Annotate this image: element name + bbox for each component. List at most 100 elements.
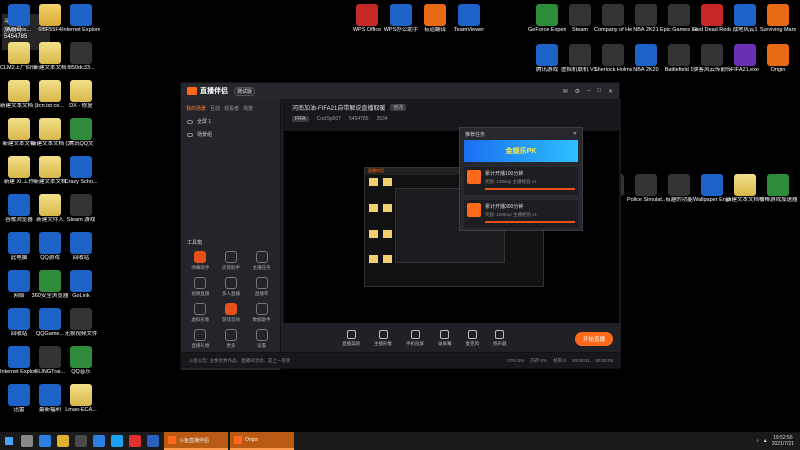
clock[interactable]: 19:52:56 2021/7/21	[772, 435, 794, 447]
control-button[interactable]: 录屏幕	[438, 330, 452, 347]
tool-icon	[194, 329, 207, 341]
mail-icon[interactable]: ✉	[563, 88, 568, 95]
taskbar-task-origin[interactable]: Origin	[230, 432, 294, 450]
source-item[interactable]: 场景组	[181, 128, 280, 141]
desktop-icon-label: WPS办公助手	[383, 27, 419, 33]
control-button[interactable]: 直播美颜	[342, 330, 360, 347]
scene-panel: 我的场景 互动 观看者 场景 全屏 1 场景组 工具箱 弹幕助手 房管助手 主播任务…	[181, 99, 281, 370]
desktop-icon[interactable]: f850dc33...	[62, 42, 100, 72]
desktop-icon[interactable]: Crazy Scho...	[62, 156, 100, 186]
toolbox-item[interactable]: 虚拟形象	[185, 303, 216, 323]
toolbox-item[interactable]: 多人直播	[216, 277, 247, 297]
edit-title-button[interactable]: 修改	[390, 104, 407, 111]
tab-viewers[interactable]: 观看者	[224, 105, 239, 112]
promo-banner[interactable]: 金娱乐PK	[464, 140, 578, 162]
desktop-icon-label: 棒棒游戏加速器	[759, 197, 797, 203]
control-button[interactable]: 主播形象	[374, 330, 392, 347]
network-icon[interactable]: ▲	[763, 438, 768, 444]
tool-icon	[224, 251, 237, 263]
tool-icon	[194, 277, 207, 289]
toolbox-item[interactable]: 数据助手	[246, 303, 277, 323]
app-icon	[8, 156, 30, 178]
start-button[interactable]	[0, 432, 18, 450]
toolbox-item[interactable]: 设置	[246, 329, 277, 349]
taskbar-task-douyu[interactable]: 斗鱼直播伴侣	[164, 432, 228, 450]
toolbox-item[interactable]: 主播任务	[246, 251, 277, 271]
toolbox-item[interactable]: 直播率	[246, 277, 277, 297]
search-icon[interactable]	[21, 435, 33, 447]
task-popup: 推荐任务 ✕ 金娱乐PK 累计开播100分钟 奖励: 100exp 主播经验 x…	[459, 127, 583, 231]
desktop-icon[interactable]: Lmao-ECA...	[62, 384, 100, 414]
control-button[interactable]: 麦克风	[466, 330, 479, 347]
status-metric: 内存:0%	[530, 357, 548, 363]
volume-icon[interactable]: ♪	[756, 438, 759, 444]
desktop-icon[interactable]: 无损视频文件	[62, 308, 100, 338]
app-icon[interactable]	[129, 435, 141, 447]
desktop-icon[interactable]: QQ音乐	[62, 346, 100, 376]
tool-label: 视频直播	[191, 291, 210, 296]
task-reward: 奖励: 100exp 主播经验 x1	[485, 179, 537, 184]
app-icon	[356, 4, 378, 26]
app-icon	[668, 174, 690, 196]
stream-header: 河南加油-FIFA21自带解说直播取暖 修改 FIFA Cod:5p007 54…	[282, 99, 621, 129]
app-icon	[70, 156, 92, 178]
app-icon[interactable]	[75, 435, 87, 447]
toolbox-item[interactable]: 更多	[216, 329, 247, 349]
control-button[interactable]: 手机投屏	[406, 330, 424, 347]
tab-my-scene[interactable]: 我的场景	[186, 105, 206, 112]
task-item[interactable]: 累计开播100分钟 奖励: 100exp 主播经验 x1	[464, 167, 578, 195]
edge-icon[interactable]	[39, 435, 51, 447]
app-icon	[8, 270, 30, 292]
desktop-icon[interactable]: Steam 游戏	[62, 194, 100, 224]
toolbox-item[interactable]: 弹幕助手	[185, 251, 216, 271]
settings-icon[interactable]: ⚙	[575, 88, 580, 95]
eye-icon[interactable]	[187, 119, 193, 124]
toolbox-item[interactable]: 视频直播	[185, 277, 216, 297]
task-label: 斗鱼直播伴侣	[179, 437, 210, 444]
desktop-icon[interactable]: TeamViewer	[450, 4, 488, 34]
control-buttons: 直播美颜 主播形象 手机投屏 录屏幕 麦克风 扬声器	[342, 330, 507, 347]
tab-scene[interactable]: 场景	[243, 105, 253, 112]
desktop-icon[interactable]: GoLink	[62, 270, 100, 300]
ie-icon[interactable]	[93, 435, 105, 447]
app-icon[interactable]	[111, 435, 123, 447]
app-icon	[8, 308, 30, 330]
close-icon[interactable]: ✕	[573, 131, 577, 137]
desktop-icon[interactable]: 有道翻译	[416, 4, 454, 34]
app-icon[interactable]	[147, 435, 159, 447]
maximize-icon[interactable]: □	[597, 88, 601, 95]
tool-icon	[194, 251, 207, 263]
desktop-icon[interactable]: 棒棒游戏加速器	[759, 174, 797, 204]
tool-icon	[255, 277, 268, 289]
eye-icon[interactable]	[187, 132, 193, 137]
tab-interact[interactable]: 互动	[210, 105, 220, 112]
close-icon[interactable]: ✕	[608, 88, 613, 95]
desktop-icon[interactable]: Internet Explorer	[62, 4, 100, 34]
desktop-icon[interactable]: Surviving Mars	[759, 4, 797, 34]
go-live-button[interactable]: 开始直播	[574, 331, 613, 346]
control-label: 扬声器	[493, 341, 507, 346]
app-icon	[70, 232, 92, 254]
status-metric: 帧率:0	[553, 357, 566, 363]
task-item[interactable]: 累计开播300分钟 奖励: 150Exp 主播经验 x1	[464, 200, 578, 228]
room-id: 5454785	[349, 116, 369, 122]
source-item[interactable]: 全屏 1	[181, 115, 280, 128]
desktop-icon[interactable]: WPS办公助手	[382, 4, 420, 34]
toolbox-item[interactable]: 直播礼物	[185, 329, 216, 349]
toolbox-item[interactable]: 游戏音效	[216, 303, 247, 323]
task-title: 累计开播300分钟	[485, 204, 524, 210]
desktop-icon[interactable]: Origin	[759, 44, 797, 74]
desktop-icon[interactable]: 回收站	[62, 232, 100, 262]
control-button[interactable]: 扬声器	[493, 330, 507, 347]
category-badge[interactable]: FIFA	[292, 116, 309, 122]
desktop-icon[interactable]: DX - 修复	[62, 80, 100, 110]
desktop-icon[interactable]: 腾讯QQ文	[62, 118, 100, 148]
app-icon	[734, 4, 756, 26]
file-explorer-icon[interactable]	[57, 435, 69, 447]
tool-label: 数据助手	[252, 317, 271, 322]
app-logo-icon	[187, 87, 197, 95]
desktop-icon[interactable]: WPS Office	[348, 4, 386, 34]
app-icon	[70, 270, 92, 292]
toolbox-item[interactable]: 房管助手	[216, 251, 247, 271]
minimize-icon[interactable]: –	[587, 88, 590, 95]
